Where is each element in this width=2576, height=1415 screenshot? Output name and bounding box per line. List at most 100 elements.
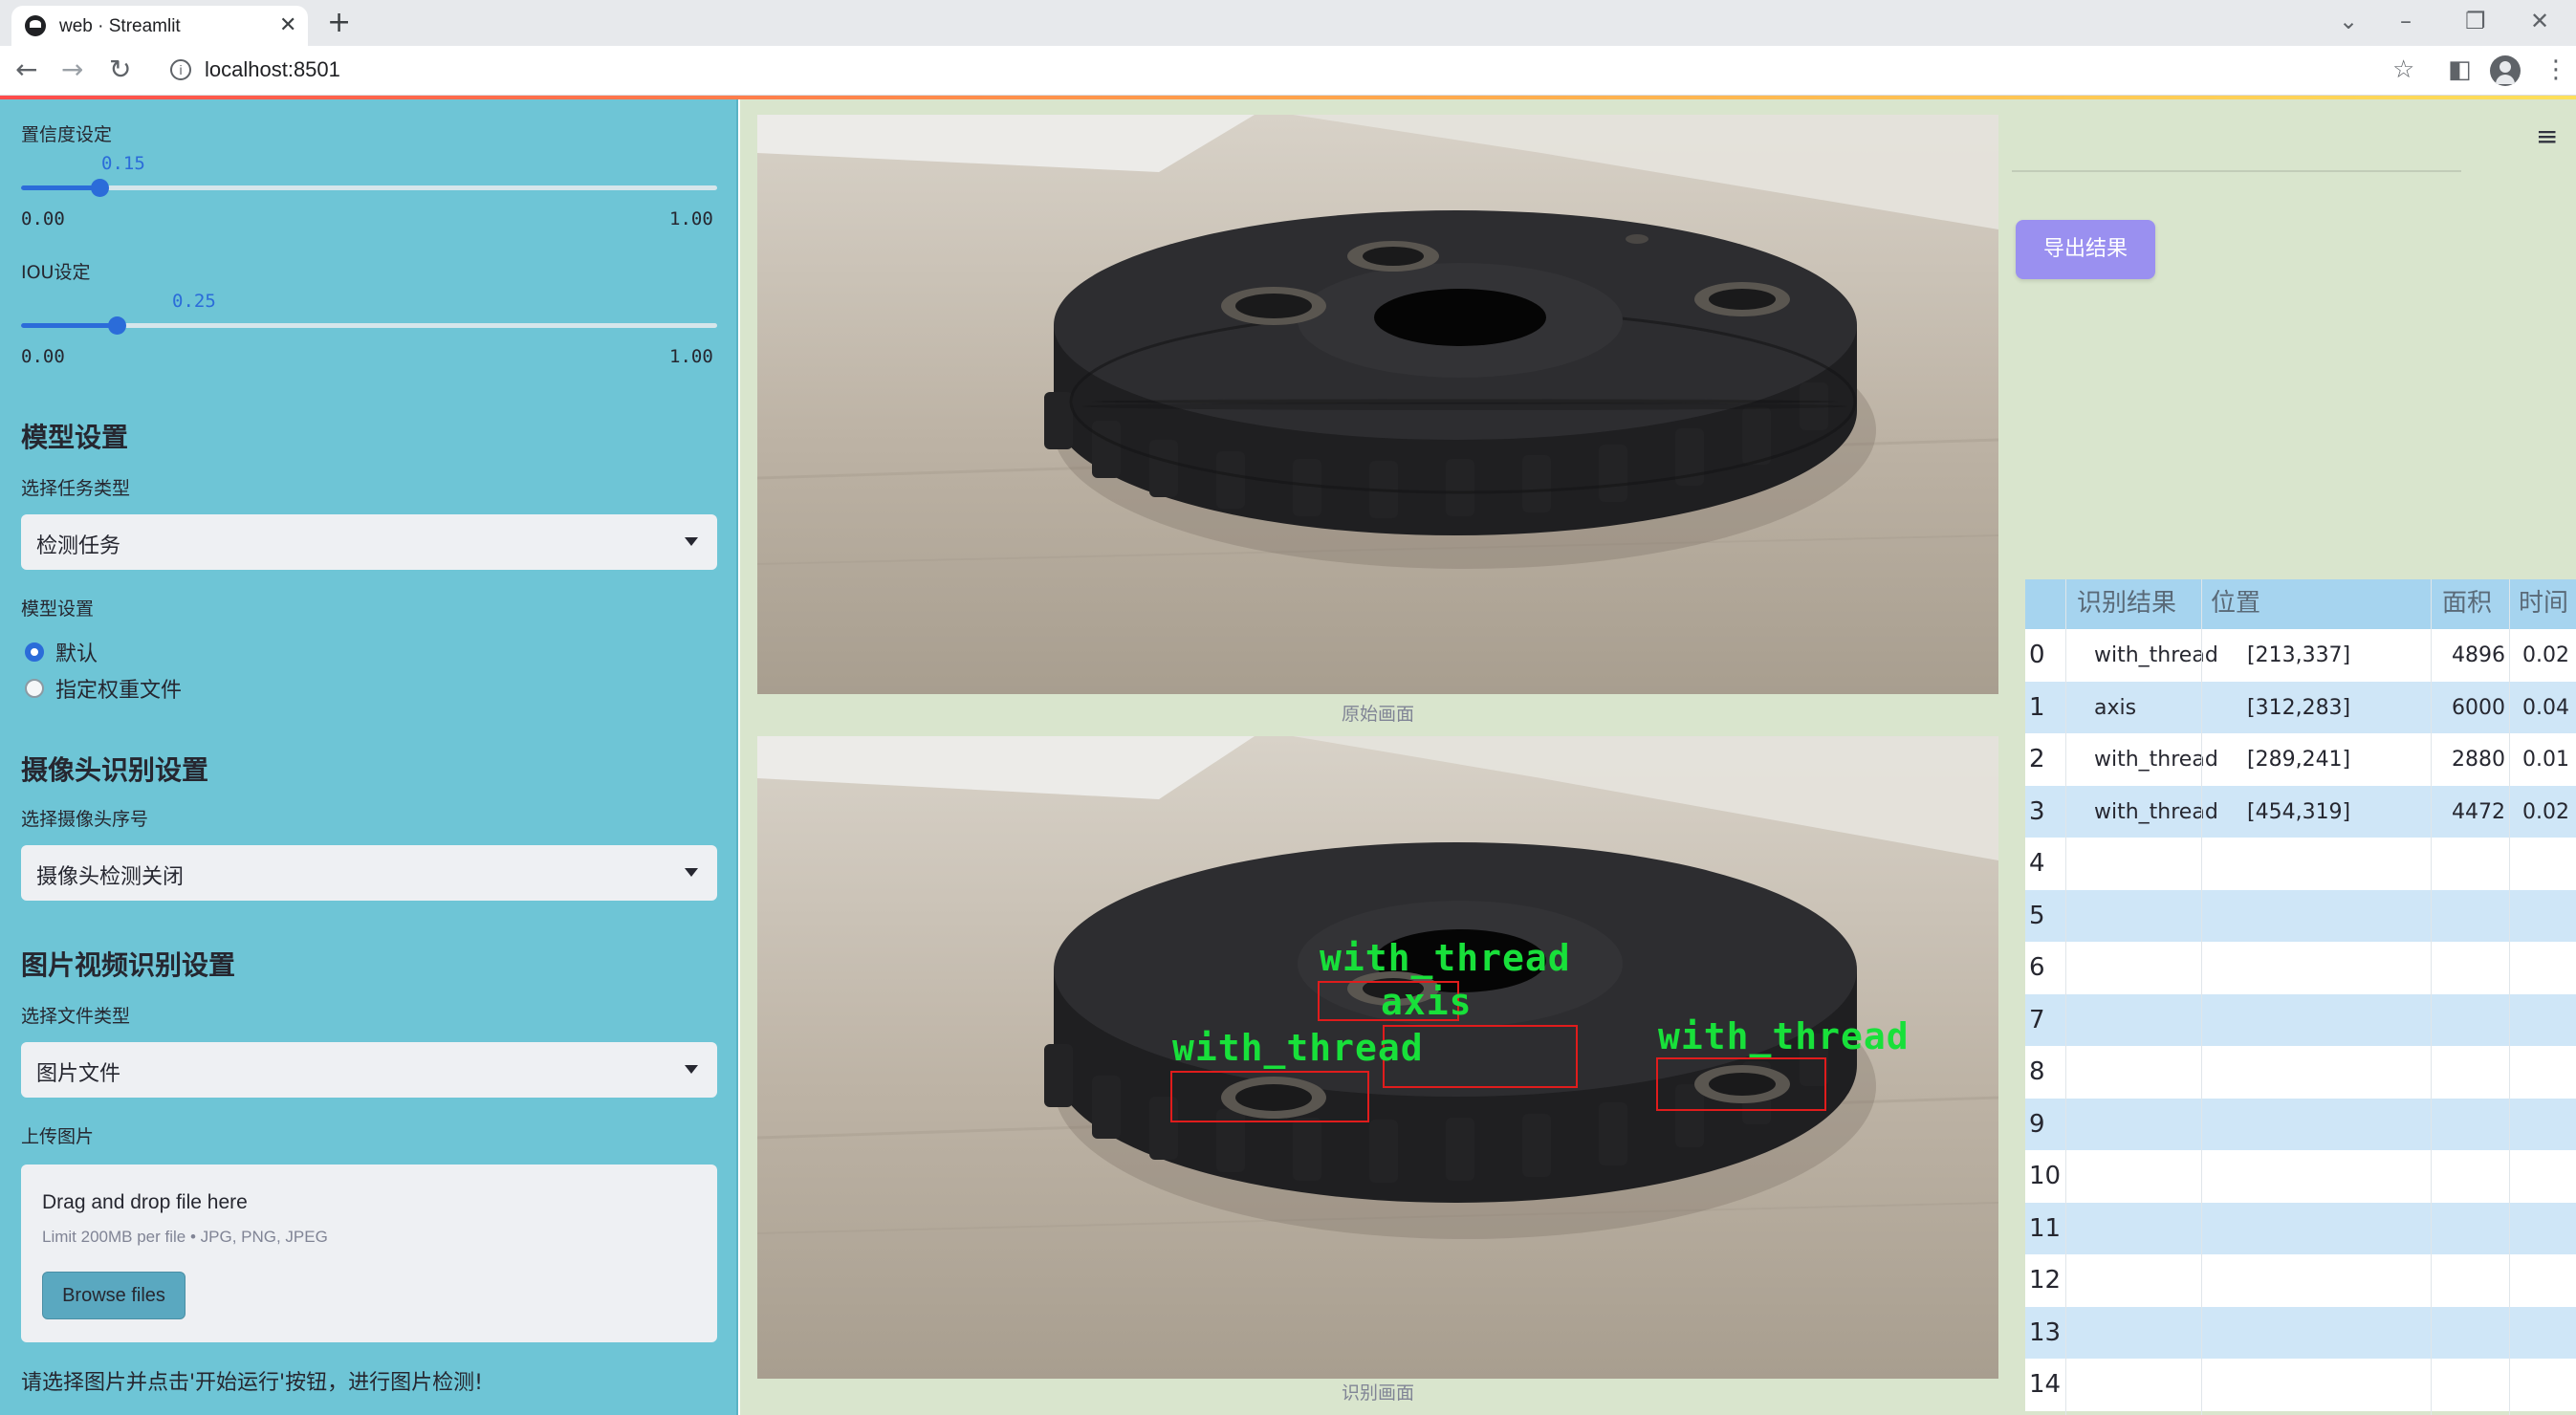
tab-title: web · Streamlit [59, 16, 181, 36]
table-row: 3 with_thread [454,319] 4472 0.02 [2025, 785, 2576, 838]
radio-default[interactable] [25, 642, 44, 662]
cell-result[interactable]: with_thread [2094, 786, 2218, 838]
media-section-title: 图片视频识别设置 [21, 949, 236, 981]
confidence-label: 置信度设定 [21, 124, 113, 145]
cell-area[interactable]: 4472 [2452, 786, 2505, 838]
instruction-hint: 请选择图片并点击'开始运行'按钮，进行图片检测! [21, 1371, 483, 1395]
task-type-label: 选择任务类型 [21, 478, 131, 499]
row-index[interactable]: 4 [2029, 838, 2045, 890]
header-time[interactable]: 时间 [2519, 579, 2568, 632]
table-row: 10 [2025, 1150, 2576, 1203]
hamburger-icon[interactable]: ≡ [2536, 120, 2558, 152]
cell-time[interactable]: 0.04 [2522, 682, 2569, 734]
iou-slider-thumb[interactable] [108, 316, 127, 335]
browse-files-button[interactable]: Browse files [42, 1272, 186, 1319]
column-separator [2065, 579, 2066, 1415]
file-type-value: 图片文件 [36, 1062, 121, 1086]
radio-default-label[interactable]: 默认 [55, 637, 98, 667]
cell-time[interactable]: 0.02 [2522, 629, 2569, 682]
row-index[interactable]: 10 [2029, 1150, 2061, 1203]
file-dropzone[interactable]: Drag and drop file here Limit 200MB per … [21, 1165, 717, 1342]
cell-position[interactable]: [289,241] [2247, 733, 2350, 786]
cell-area[interactable]: 6000 [2452, 682, 2505, 734]
row-index[interactable]: 3 [2029, 786, 2045, 838]
confidence-slider-fill [21, 185, 99, 190]
window-close-icon[interactable]: ✕ [2530, 8, 2549, 34]
chevron-down-icon [685, 1065, 698, 1074]
cell-result[interactable]: axis [2094, 682, 2136, 734]
menu-icon[interactable]: ⋮ [2543, 55, 2568, 84]
cell-position[interactable]: [213,337] [2247, 629, 2350, 682]
cell-area[interactable]: 2880 [2452, 733, 2505, 786]
row-index[interactable]: 11 [2029, 1203, 2061, 1255]
header-position[interactable]: 位置 [2211, 579, 2260, 632]
cell-position[interactable]: [454,319] [2247, 786, 2350, 838]
cell-position[interactable]: [312,283] [2247, 682, 2350, 734]
detection-label: with_thread [1320, 937, 1571, 979]
row-index[interactable]: 9 [2029, 1099, 2045, 1151]
row-index[interactable]: 2 [2029, 733, 2045, 786]
camera-label: 选择摄像头序号 [21, 809, 149, 830]
tab-close-icon[interactable]: ✕ [279, 13, 296, 37]
restore-icon[interactable]: ❐ [2465, 8, 2486, 34]
weights-label: 模型设置 [21, 599, 95, 620]
dropzone-title: Drag and drop file here [42, 1191, 248, 1213]
forward-icon[interactable]: → [61, 54, 83, 85]
table-row: 2 with_thread [289,241] 2880 0.01 [2025, 733, 2576, 786]
detection-box [1656, 1057, 1826, 1111]
confidence-slider[interactable] [21, 179, 717, 197]
iou-slider[interactable] [21, 316, 717, 335]
star-icon[interactable]: ☆ [2392, 55, 2414, 84]
new-tab-icon[interactable]: + [327, 6, 351, 39]
browser-toolbar: ← → ↻ i localhost:8501 ☆ ◧ ⋮ [0, 46, 2576, 96]
detection-label: axis [1381, 981, 1473, 1023]
radio-custom-weights-label[interactable]: 指定权重文件 [55, 673, 182, 704]
confidence-slider-thumb[interactable] [90, 179, 109, 197]
export-results-button[interactable]: 导出结果 [2016, 220, 2155, 279]
result-image: with_thread axis with_thread with_thread [757, 736, 1998, 1379]
cell-time[interactable]: 0.02 [2522, 786, 2569, 838]
iou-value: 0.25 [172, 291, 216, 312]
table-row: 1 axis [312,283] 6000 0.04 [2025, 681, 2576, 734]
address-bar[interactable]: localhost:8501 [205, 57, 340, 82]
table-row: 8 [2025, 1046, 2576, 1099]
row-index[interactable]: 6 [2029, 942, 2045, 994]
browser-tab[interactable]: web · Streamlit ✕ [11, 6, 308, 46]
row-index[interactable]: 12 [2029, 1254, 2061, 1307]
detection-label: with_thread [1172, 1027, 1424, 1069]
info-icon[interactable]: i [170, 59, 191, 80]
column-separator [2509, 579, 2510, 1415]
row-index[interactable]: 14 [2029, 1359, 2061, 1411]
iou-min: 0.00 [21, 346, 65, 367]
header-result[interactable]: 识别结果 [2077, 579, 2176, 632]
cell-area[interactable]: 4896 [2452, 629, 2505, 682]
row-index[interactable]: 7 [2029, 994, 2045, 1047]
camera-select[interactable]: 摄像头检测关闭 [21, 845, 717, 901]
row-index[interactable]: 5 [2029, 890, 2045, 943]
row-index[interactable]: 8 [2029, 1046, 2045, 1099]
streamlit-favicon-icon [25, 15, 46, 36]
table-row: 12 [2025, 1254, 2576, 1307]
upload-label: 上传图片 [21, 1126, 95, 1147]
side-panel-icon[interactable]: ◧ [2448, 55, 2472, 84]
cell-result[interactable]: with_thread [2094, 733, 2218, 786]
row-index[interactable]: 0 [2029, 629, 2045, 682]
task-type-select[interactable]: 检测任务 [21, 514, 717, 570]
header-area[interactable]: 面积 [2442, 579, 2492, 632]
results-table[interactable]: 识别结果 位置 面积 时间 0 with_thread [213,337] 4896 0… [2025, 579, 2576, 1415]
confidence-value: 0.15 [101, 153, 145, 174]
dropzone-limit: Limit 200MB per file • JPG, PNG, JPEG [42, 1228, 328, 1246]
tab-search-icon[interactable]: ⌄ [2339, 8, 2358, 34]
detection-label: with_thread [1658, 1015, 1910, 1057]
row-index[interactable]: 1 [2029, 682, 2045, 734]
minimize-icon[interactable]: – [2400, 8, 2412, 34]
back-icon[interactable]: ← [15, 54, 37, 85]
radio-custom-weights[interactable] [25, 679, 44, 698]
file-type-select[interactable]: 图片文件 [21, 1042, 717, 1098]
original-caption: 原始画面 [1341, 704, 1414, 725]
row-index[interactable]: 13 [2029, 1307, 2061, 1360]
reload-icon[interactable]: ↻ [109, 54, 131, 85]
profile-icon[interactable] [2490, 55, 2521, 86]
cell-time[interactable]: 0.01 [2522, 733, 2569, 786]
cell-result[interactable]: with_thread [2094, 629, 2218, 682]
